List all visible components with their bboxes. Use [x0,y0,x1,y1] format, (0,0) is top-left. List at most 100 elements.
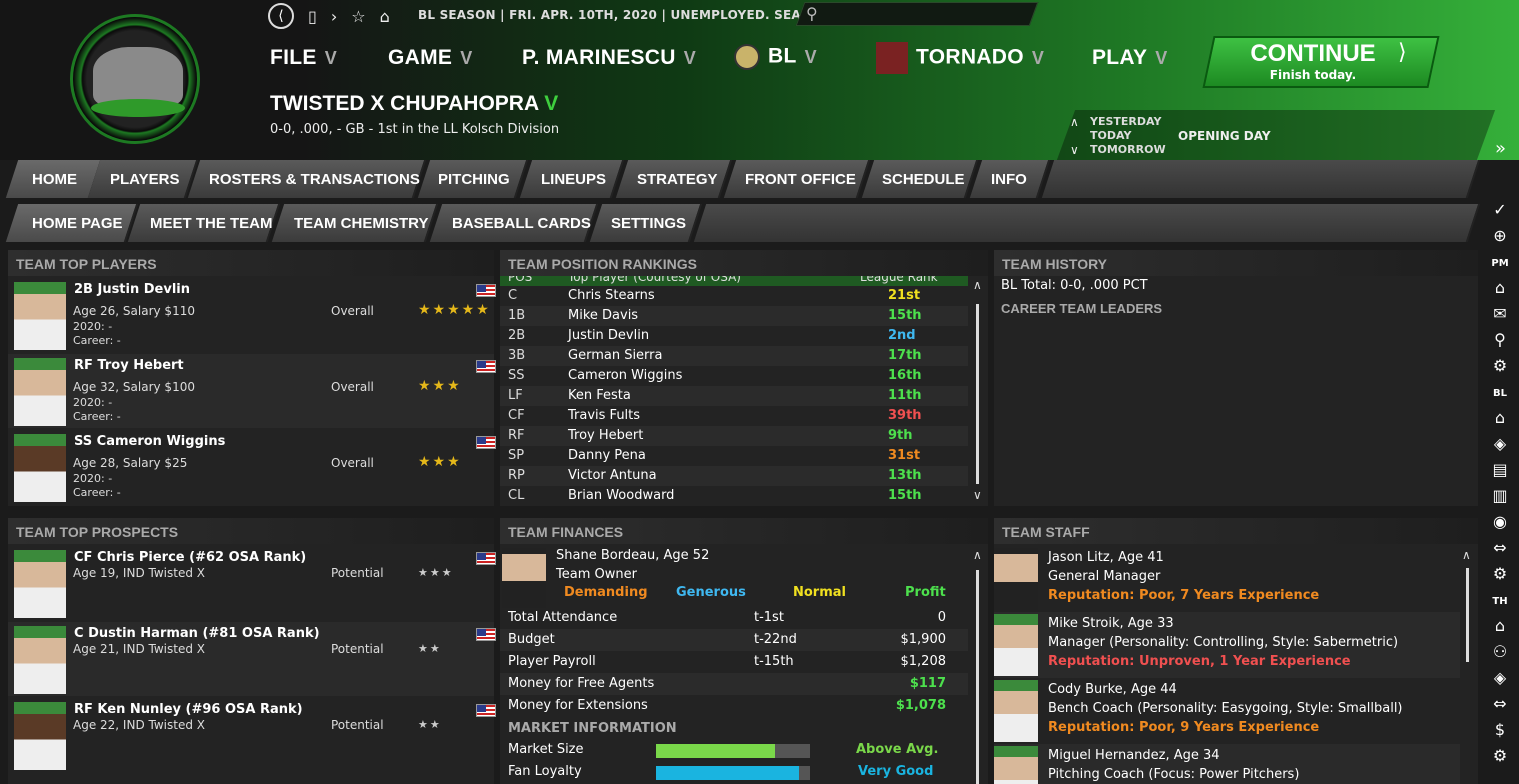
subtab-settings-label[interactable]: SETTINGS [611,215,686,232]
roster-icon[interactable]: ⚇ [1490,642,1510,661]
team-name[interactable]: TWISTED X CHUPAHOPRA V [270,92,558,116]
ranking-row[interactable]: 2B Justin Devlin 2nd [500,326,968,346]
staff-name[interactable]: Mike Stroik, Age 33 [1048,616,1174,631]
ranking-player[interactable]: Justin Devlin [568,328,649,343]
tab-home-label[interactable]: HOME [32,171,77,188]
subtab-baseball-cards-label[interactable]: BASEBALL CARDS [452,215,591,232]
tab-front-office-label[interactable]: FRONT OFFICE [745,171,856,188]
globe-icon[interactable]: ⊕ [1490,226,1510,245]
ranking-row[interactable]: LF Ken Festa 11th [500,386,968,406]
tab-players-label[interactable]: PLAYERS [110,171,179,188]
gear-icon[interactable]: ⚙ [1490,564,1510,583]
phone-icon[interactable]: ▯ [308,7,317,26]
ranking-row[interactable]: 1B Mike Davis 15th [500,306,968,326]
prospect-card[interactable]: C Dustin Harman (#81 OSA Rank) Age 21, I… [8,622,496,696]
gear-icon[interactable]: ⚙ [1490,746,1510,765]
back-button[interactable]: ⟨ [268,3,294,29]
scroll-up-icon[interactable]: ∧ [1462,548,1471,562]
dollar-icon[interactable]: $ [1490,720,1510,739]
search-icon[interactable]: ⚲ [806,4,818,23]
subtab-team-chemistry-label[interactable]: TEAM CHEMISTRY [294,215,428,232]
staff-name[interactable]: Jason Litz, Age 41 [1048,550,1164,565]
tab-lineups-label[interactable]: LINEUPS [541,171,606,188]
player-name[interactable]: C Dustin Harman (#81 OSA Rank) [74,626,320,641]
subtab-home-page-label[interactable]: HOME PAGE [32,215,123,232]
diamond-icon[interactable]: ◈ [1490,668,1510,687]
player-card[interactable]: RF Troy Hebert Age 32, Salary $100 2020:… [8,354,496,428]
player-name[interactable]: CF Chris Pierce (#62 OSA Rank) [74,550,306,565]
tab-rosters-label[interactable]: ROSTERS & TRANSACTIONS [209,171,420,188]
column-header[interactable]: POS [508,276,532,284]
mail-icon[interactable]: ✉ [1490,304,1510,323]
ranking-row[interactable]: C Chris Stearns 21st [500,286,968,306]
home-icon[interactable]: ⌂ [380,7,390,26]
player-name[interactable]: 2B Justin Devlin [74,282,190,297]
staff-card[interactable]: Mike Stroik, Age 33 Manager (Personality:… [994,612,1460,678]
player-name[interactable]: RF Ken Nunley (#96 OSA Rank) [74,702,303,717]
tab-schedule-label[interactable]: SCHEDULE [882,171,965,188]
staff-card[interactable]: Jason Litz, Age 41 General Manager Reputat… [994,546,1460,612]
ranking-row[interactable]: RP Victor Antuna 13th [500,466,968,486]
staff-card[interactable]: Cody Burke, Age 44 Bench Coach (Personali… [994,678,1460,744]
ranking-player[interactable]: Ken Festa [568,388,631,403]
ranking-player[interactable]: Chris Stearns [568,288,655,303]
search-input[interactable] [795,2,1039,26]
home-icon[interactable]: ⌂ [1490,616,1510,635]
day-today[interactable]: TODAY [1090,129,1166,143]
player-name[interactable]: RF Troy Hebert [74,358,184,373]
staff-name[interactable]: Miguel Hernandez, Age 34 [1048,748,1220,763]
ranking-player[interactable]: Victor Antuna [568,468,657,483]
chevron-right-icon[interactable]: ⟩ [1398,40,1407,65]
ranking-row[interactable]: CF Travis Fults 39th [500,406,968,426]
transfer-icon[interactable]: ⇔ [1490,694,1510,713]
player-card[interactable]: SS Cameron Wiggins Age 28, Salary $25 20… [8,430,496,504]
staff-name[interactable]: Cody Burke, Age 44 [1048,682,1177,697]
menu-game[interactable]: GAME V [388,46,473,70]
search-icon[interactable]: ⚲ [1490,330,1510,349]
menu-file[interactable]: FILE V [270,46,337,70]
ranking-player[interactable]: Danny Pena [568,448,646,463]
scroll-up-icon[interactable]: ∧ [973,278,982,292]
staff-card[interactable]: Miguel Hernandez, Age 34 Pitching Coach (… [994,744,1460,784]
chevron-up-icon[interactable]: ∧ [1070,115,1079,129]
checkmark-icon[interactable]: ✓ [1490,200,1510,219]
column-header[interactable]: Top Player (Courtesy of OSA) [568,276,741,284]
day-tomorrow[interactable]: TOMORROW [1090,143,1166,157]
baseball-icon[interactable]: ◉ [1490,512,1510,531]
ranking-player[interactable]: Troy Hebert [568,428,643,443]
stats-icon[interactable]: ▥ [1490,486,1510,505]
ranking-player[interactable]: Travis Fults [568,408,640,423]
player-card[interactable]: 2B Justin Devlin Age 26, Salary $110 202… [8,278,496,352]
tab-strategy-label[interactable]: STRATEGY [637,171,718,188]
tab-info-label[interactable]: INFO [991,171,1027,188]
menu-league[interactable]: BL V [734,44,817,70]
scroll-down-icon[interactable]: ∨ [973,488,982,502]
ranking-row[interactable]: 3B German Sierra 17th [500,346,968,366]
forward-icon[interactable]: › [331,7,337,26]
day-yesterday[interactable]: YESTERDAY [1090,115,1166,129]
ranking-row[interactable]: CL Brian Woodward 15th [500,486,968,506]
menu-play[interactable]: PLAY V [1092,46,1168,70]
ranking-player[interactable]: Brian Woodward [568,488,674,503]
chevron-down-icon[interactable]: ∨ [1070,143,1079,157]
day-arrows[interactable]: ∧ ∨ [1070,115,1079,157]
gear-icon[interactable]: ⚙ [1490,356,1510,375]
continue-label[interactable]: CONTINUE [1208,40,1418,68]
player-name[interactable]: SS Cameron Wiggins [74,434,225,449]
ranking-row[interactable]: RF Troy Hebert 9th [500,426,968,446]
scrollbar[interactable] [1466,568,1469,662]
subtab-meet-the-team-label[interactable]: MEET THE TEAM [150,215,273,232]
news-icon[interactable]: ▤ [1490,460,1510,479]
diamond-icon[interactable]: ◈ [1490,434,1510,453]
ranking-player[interactable]: Cameron Wiggins [568,368,682,383]
menu-manager[interactable]: P. MARINESCU V [522,46,696,70]
home-icon[interactable]: ⌂ [1490,278,1510,297]
owner-name[interactable]: Shane Bordeau, Age 52 [556,548,709,563]
team-logo[interactable] [70,14,200,144]
home-icon[interactable]: ⌂ [1490,408,1510,427]
scrollbar[interactable] [976,304,979,484]
scrollbar[interactable] [976,570,979,784]
menu-team[interactable]: TORNADO V [876,42,1044,74]
transfer-icon[interactable]: ⇔ [1490,538,1510,557]
expand-sidebar-icon[interactable]: » [1495,138,1506,159]
